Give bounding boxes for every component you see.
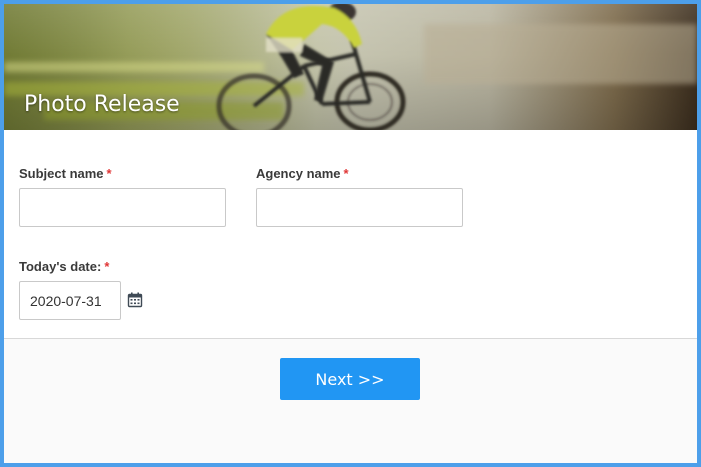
todays-date-field: Today's date: * [19,259,143,320]
agency-name-input[interactable] [256,188,463,227]
agency-name-field: Agency name * [256,166,463,227]
todays-date-label-text: Today's date: [19,259,102,274]
subject-name-field: Subject name * [19,166,226,227]
todays-date-label: Today's date: * [19,259,143,274]
todays-date-input[interactable] [19,281,121,320]
agency-name-label: Agency name * [256,166,463,181]
required-asterisk: * [106,166,112,181]
subject-name-input[interactable] [19,188,226,227]
form-title: Photo Release [24,92,180,117]
form-body: Subject name * Agency name * Today's date:… [4,130,697,339]
subject-name-label-text: Subject name [19,166,104,181]
form-footer: Next >> [4,339,697,463]
calendar-icon[interactable] [127,292,143,308]
agency-name-label-text: Agency name [256,166,341,181]
header-banner: Photo Release [4,4,697,130]
next-button[interactable]: Next >> [280,358,420,400]
required-asterisk: * [343,166,349,181]
subject-name-label: Subject name * [19,166,226,181]
date-input-row [19,281,143,320]
form-frame: Photo Release Subject name * Agency name *… [0,0,701,467]
required-asterisk: * [104,259,110,274]
